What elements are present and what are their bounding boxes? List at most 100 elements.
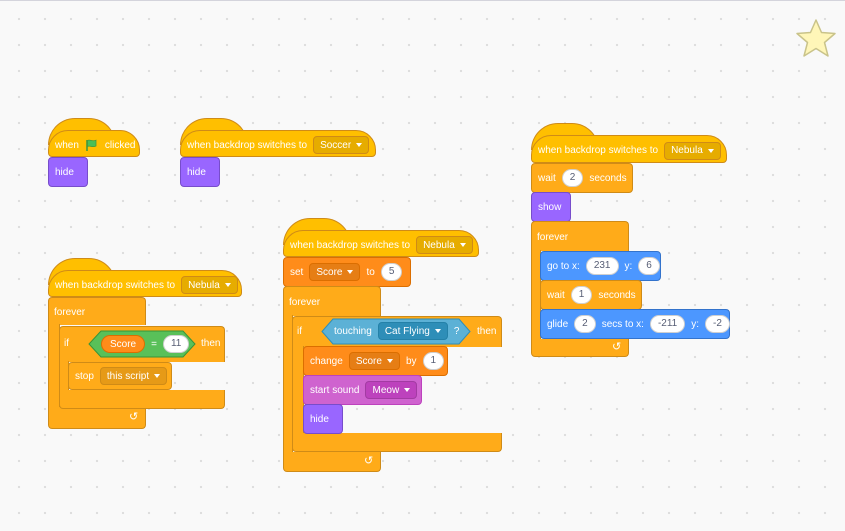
hide-label: hide [310, 413, 329, 425]
when-backdrop-switches-block[interactable]: when backdrop switches to Nebula [48, 258, 242, 297]
forever-footer: ↺ [531, 339, 629, 357]
if-label: if [297, 326, 302, 337]
question-label: ? [453, 325, 460, 337]
if-label: if [64, 338, 69, 349]
variable-value: Score [355, 355, 382, 367]
wait-seconds-input[interactable]: 2 [561, 169, 584, 187]
set-value-input[interactable]: 5 [380, 263, 403, 281]
backdrop-dropdown[interactable]: Nebula [664, 141, 721, 160]
forever-block[interactable]: forever [283, 286, 381, 316]
forever-footer: ↺ [48, 407, 146, 429]
compare-value-input[interactable]: 11 [162, 335, 190, 353]
forever-block[interactable]: forever [48, 297, 146, 325]
chevron-down-icon [404, 388, 411, 392]
touch-target-value: Cat Flying [384, 325, 430, 337]
variable-dropdown[interactable]: Score [348, 352, 400, 370]
forever-label: forever [537, 232, 569, 243]
stop-label: stop [75, 370, 94, 382]
loop-arrow-icon: ↺ [129, 411, 139, 423]
touching-label: touching [334, 325, 372, 337]
chevron-down-icon [154, 374, 161, 378]
chevron-down-icon [434, 329, 441, 333]
sound-value: Meow [372, 384, 400, 396]
seconds-label: seconds [589, 172, 627, 184]
chevron-down-icon [224, 283, 231, 287]
event-label: when backdrop switches to [538, 145, 659, 156]
when-backdrop-switches-block[interactable]: when backdrop switches to Soccer [180, 118, 376, 157]
forever-block[interactable]: forever [531, 221, 629, 251]
hide-block[interactable]: hide [48, 157, 88, 187]
go-to-xy-block[interactable]: go to x: 231 y: 6 [540, 251, 661, 281]
goto-y-input[interactable]: 6 [638, 257, 660, 275]
event-label: when backdrop switches to [187, 139, 308, 151]
backdrop-value: Nebula [423, 239, 455, 251]
loop-arrow-icon: ↺ [364, 455, 374, 467]
event-label: when backdrop switches to [290, 239, 411, 251]
when-label: when [55, 139, 79, 151]
chevron-down-icon [707, 148, 714, 153]
sound-dropdown[interactable]: Meow [365, 381, 418, 399]
top-border [0, 0, 845, 1]
hide-label: hide [187, 166, 206, 178]
hide-block[interactable]: hide [180, 157, 220, 187]
show-label: show [538, 201, 562, 213]
wait-label: wait [538, 172, 556, 184]
change-value-input[interactable]: 1 [422, 352, 445, 370]
glide-x-input[interactable]: -211 [649, 315, 686, 333]
when-backdrop-switches-block[interactable]: when backdrop switches to Nebula [531, 123, 727, 163]
wait-label: wait [547, 289, 565, 301]
glide-y-input[interactable]: -2 [705, 315, 730, 333]
change-variable-block[interactable]: change Score by 1 [303, 346, 448, 376]
wait-block[interactable]: wait 2 seconds [531, 163, 633, 193]
stop-block[interactable]: stop this script [68, 362, 172, 390]
then-label: then [201, 338, 221, 349]
to-label: to [366, 266, 375, 278]
glide-to-xy-block[interactable]: glide 2 secs to x: -211 y: -2 [540, 309, 730, 339]
seconds-label: seconds [598, 289, 636, 301]
if-footer [59, 390, 225, 409]
forever-label: forever [54, 307, 86, 318]
glide-y-label: y: [691, 318, 700, 330]
backdrop-dropdown[interactable]: Nebula [181, 276, 238, 294]
variable-dropdown[interactable]: Score [309, 263, 361, 281]
green-flag-icon [86, 139, 97, 151]
start-sound-label: start sound [310, 384, 360, 396]
event-label: when backdrop switches to [55, 279, 176, 291]
backdrop-value: Nebula [671, 145, 703, 156]
show-block[interactable]: show [531, 192, 571, 222]
forever-footer: ↺ [283, 452, 381, 472]
equals-contents: Score = 11 [101, 335, 190, 353]
star-icon[interactable] [795, 18, 837, 58]
score-reporter[interactable]: Score [101, 335, 146, 353]
glide-label: glide [547, 318, 569, 330]
goto-y-label: y: [624, 260, 633, 272]
goto-x-label: go to x: [547, 260, 580, 272]
then-label: then [477, 326, 497, 337]
start-sound-block[interactable]: start sound Meow [303, 375, 422, 405]
forever-label: forever [289, 297, 321, 308]
secs-to-x-label: secs to x: [601, 318, 644, 330]
wait-block[interactable]: wait 1 seconds [540, 280, 642, 310]
touch-target-dropdown[interactable]: Cat Flying [377, 322, 448, 340]
loop-arrow-icon: ↺ [612, 341, 622, 353]
wait-seconds-input[interactable]: 1 [570, 286, 593, 304]
backdrop-value: Nebula [188, 279, 220, 291]
set-label: set [290, 266, 304, 278]
backdrop-dropdown[interactable]: Nebula [416, 236, 473, 254]
glide-secs-input[interactable]: 2 [574, 315, 596, 333]
when-flag-clicked-block[interactable]: when clicked [48, 118, 140, 157]
stop-option-value: this script [106, 370, 150, 382]
equals-label: = [151, 338, 157, 350]
change-label: change [310, 355, 343, 367]
variable-value: Score [316, 266, 343, 278]
goto-x-input[interactable]: 231 [585, 257, 619, 275]
backdrop-value: Soccer [320, 139, 352, 151]
backdrop-dropdown[interactable]: Soccer [313, 136, 370, 154]
hide-block[interactable]: hide [303, 404, 343, 434]
when-backdrop-switches-block[interactable]: when backdrop switches to Nebula [283, 218, 479, 257]
score-label: Score [110, 338, 137, 350]
stop-option-dropdown[interactable]: this script [99, 367, 168, 385]
hide-label: hide [55, 166, 74, 178]
set-variable-block[interactable]: set Score to 5 [283, 257, 411, 287]
chevron-down-icon [347, 270, 354, 274]
